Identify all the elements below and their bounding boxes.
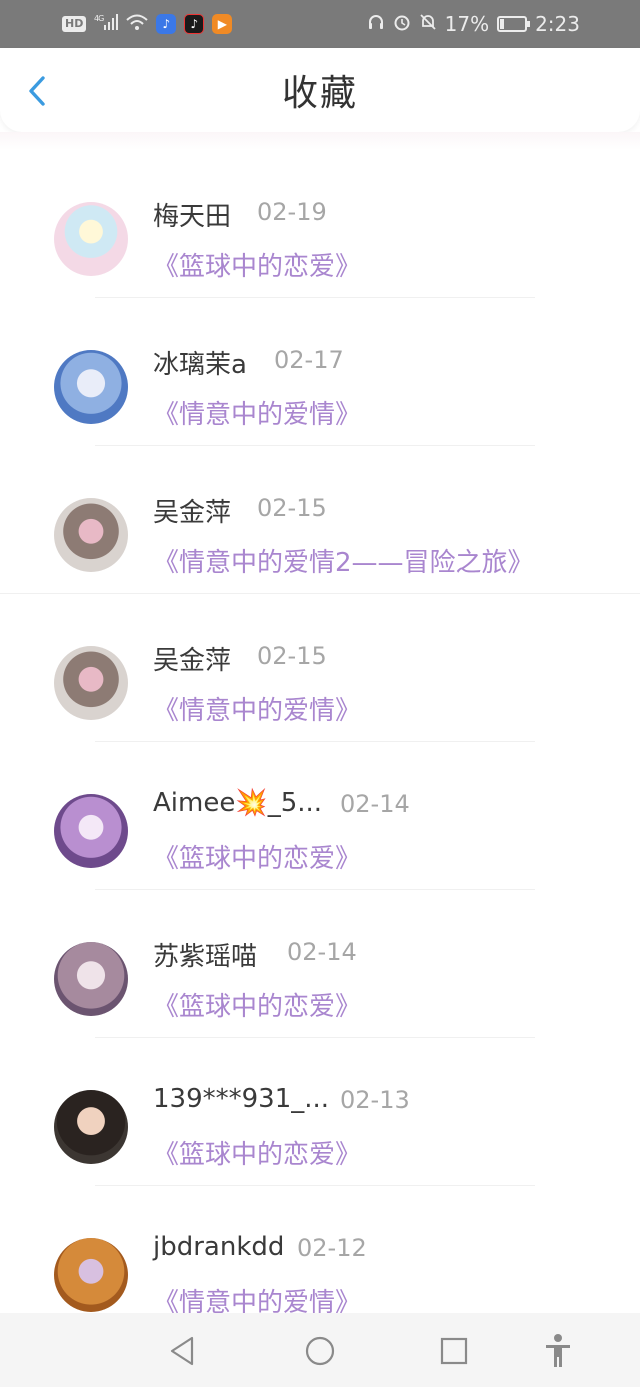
back-triangle-icon[interactable] [164,1333,200,1369]
avatar[interactable] [54,202,128,276]
favorite-date: 02-19 [257,198,327,226]
page-title: 收藏 [281,73,358,114]
book-title-link[interactable]: 《情意中的爱情2——冒险之旅》 [153,542,534,579]
recents-square-icon[interactable] [436,1333,472,1369]
avatar[interactable] [54,1238,128,1312]
favorite-date: 02-17 [274,346,344,374]
top-app-bar: 收藏 [0,48,640,132]
header-shadow-strip [0,132,640,150]
music-app-icon: ♪ [156,14,177,34]
video-app-icon: ▶ [212,14,233,34]
status-left: HD 4G ♪ ♪ ▶ [62,12,233,36]
user-name: 吴金萍 [153,498,232,528]
list-item[interactable]: Aimee💥_5... 02-14 《篮球中的恋爱》 [0,742,640,890]
avatar[interactable] [54,646,128,720]
home-circle-icon[interactable] [302,1333,338,1369]
chevron-left-icon [29,76,45,106]
avatar[interactable] [54,498,128,572]
favorite-date: 02-12 [297,1234,367,1262]
favorites-list: 梅天田 02-19 《篮球中的恋爱》 冰璃茉a 02-17 《情意中的爱情》 吴金萍 02-1… [0,150,640,1334]
alarm-icon [393,12,411,36]
favorite-date: 02-13 [340,1086,410,1114]
user-name: 139***931_... [153,1084,330,1114]
battery-percent: 17% [444,12,490,36]
list-item[interactable]: 冰璃茉a 02-17 《情意中的爱情》 [0,298,640,446]
list-item[interactable]: jbdrankdd 02-12 《情意中的爱情》 [0,1186,640,1334]
system-nav-bar [0,1313,640,1387]
user-name: Aimee💥_5... [153,788,323,818]
clock: 2:23 [535,12,580,36]
avatar[interactable] [54,794,128,868]
signal-icon: 4G [94,13,119,35]
list-item[interactable]: 梅天田 02-19 《篮球中的恋爱》 [0,150,640,298]
book-title-link[interactable]: 《篮球中的恋爱》 [153,986,361,1023]
list-item[interactable]: 苏紫瑶喵 02-14 《篮球中的恋爱》 [0,890,640,1038]
headphone-icon [367,12,385,36]
book-title-link[interactable]: 《篮球中的恋爱》 [153,1134,361,1171]
status-bar: HD 4G ♪ ♪ ▶ 17% 2:23 [0,0,640,48]
hd-indicator: HD [62,16,87,32]
book-title-link[interactable]: 《情意中的爱情》 [153,394,361,431]
back-button[interactable] [22,76,52,106]
book-title-link[interactable]: 《篮球中的恋爱》 [153,246,361,283]
book-title-link[interactable]: 《情意中的爱情》 [153,690,361,727]
status-right: 17% 2:23 [367,12,580,36]
user-name: 苏紫瑶喵 [153,942,258,972]
favorite-date: 02-14 [340,790,410,818]
tiktok-app-icon: ♪ [184,14,205,34]
user-name: jbdrankdd [153,1232,285,1262]
book-title-link[interactable]: 《篮球中的恋爱》 [153,838,361,875]
svg-text:4G: 4G [94,14,104,23]
avatar[interactable] [54,350,128,424]
list-item[interactable]: 吴金萍 02-15 《情意中的爱情2——冒险之旅》 [0,446,640,594]
favorite-date: 02-14 [287,938,357,966]
accessibility-icon[interactable] [540,1333,576,1369]
avatar[interactable] [54,942,128,1016]
avatar[interactable] [54,1090,128,1164]
battery-icon [497,16,531,32]
wifi-icon [126,12,149,36]
mute-bell-icon [419,12,437,36]
battery-fill [500,19,505,29]
favorite-date: 02-15 [257,494,327,522]
user-name: 吴金萍 [153,646,232,676]
user-name: 冰璃茉a [153,350,247,380]
list-item[interactable]: 吴金萍 02-15 《情意中的爱情》 [0,594,640,742]
favorite-date: 02-15 [257,642,327,670]
user-name: 梅天田 [153,202,232,232]
list-item[interactable]: 139***931_... 02-13 《篮球中的恋爱》 [0,1038,640,1186]
